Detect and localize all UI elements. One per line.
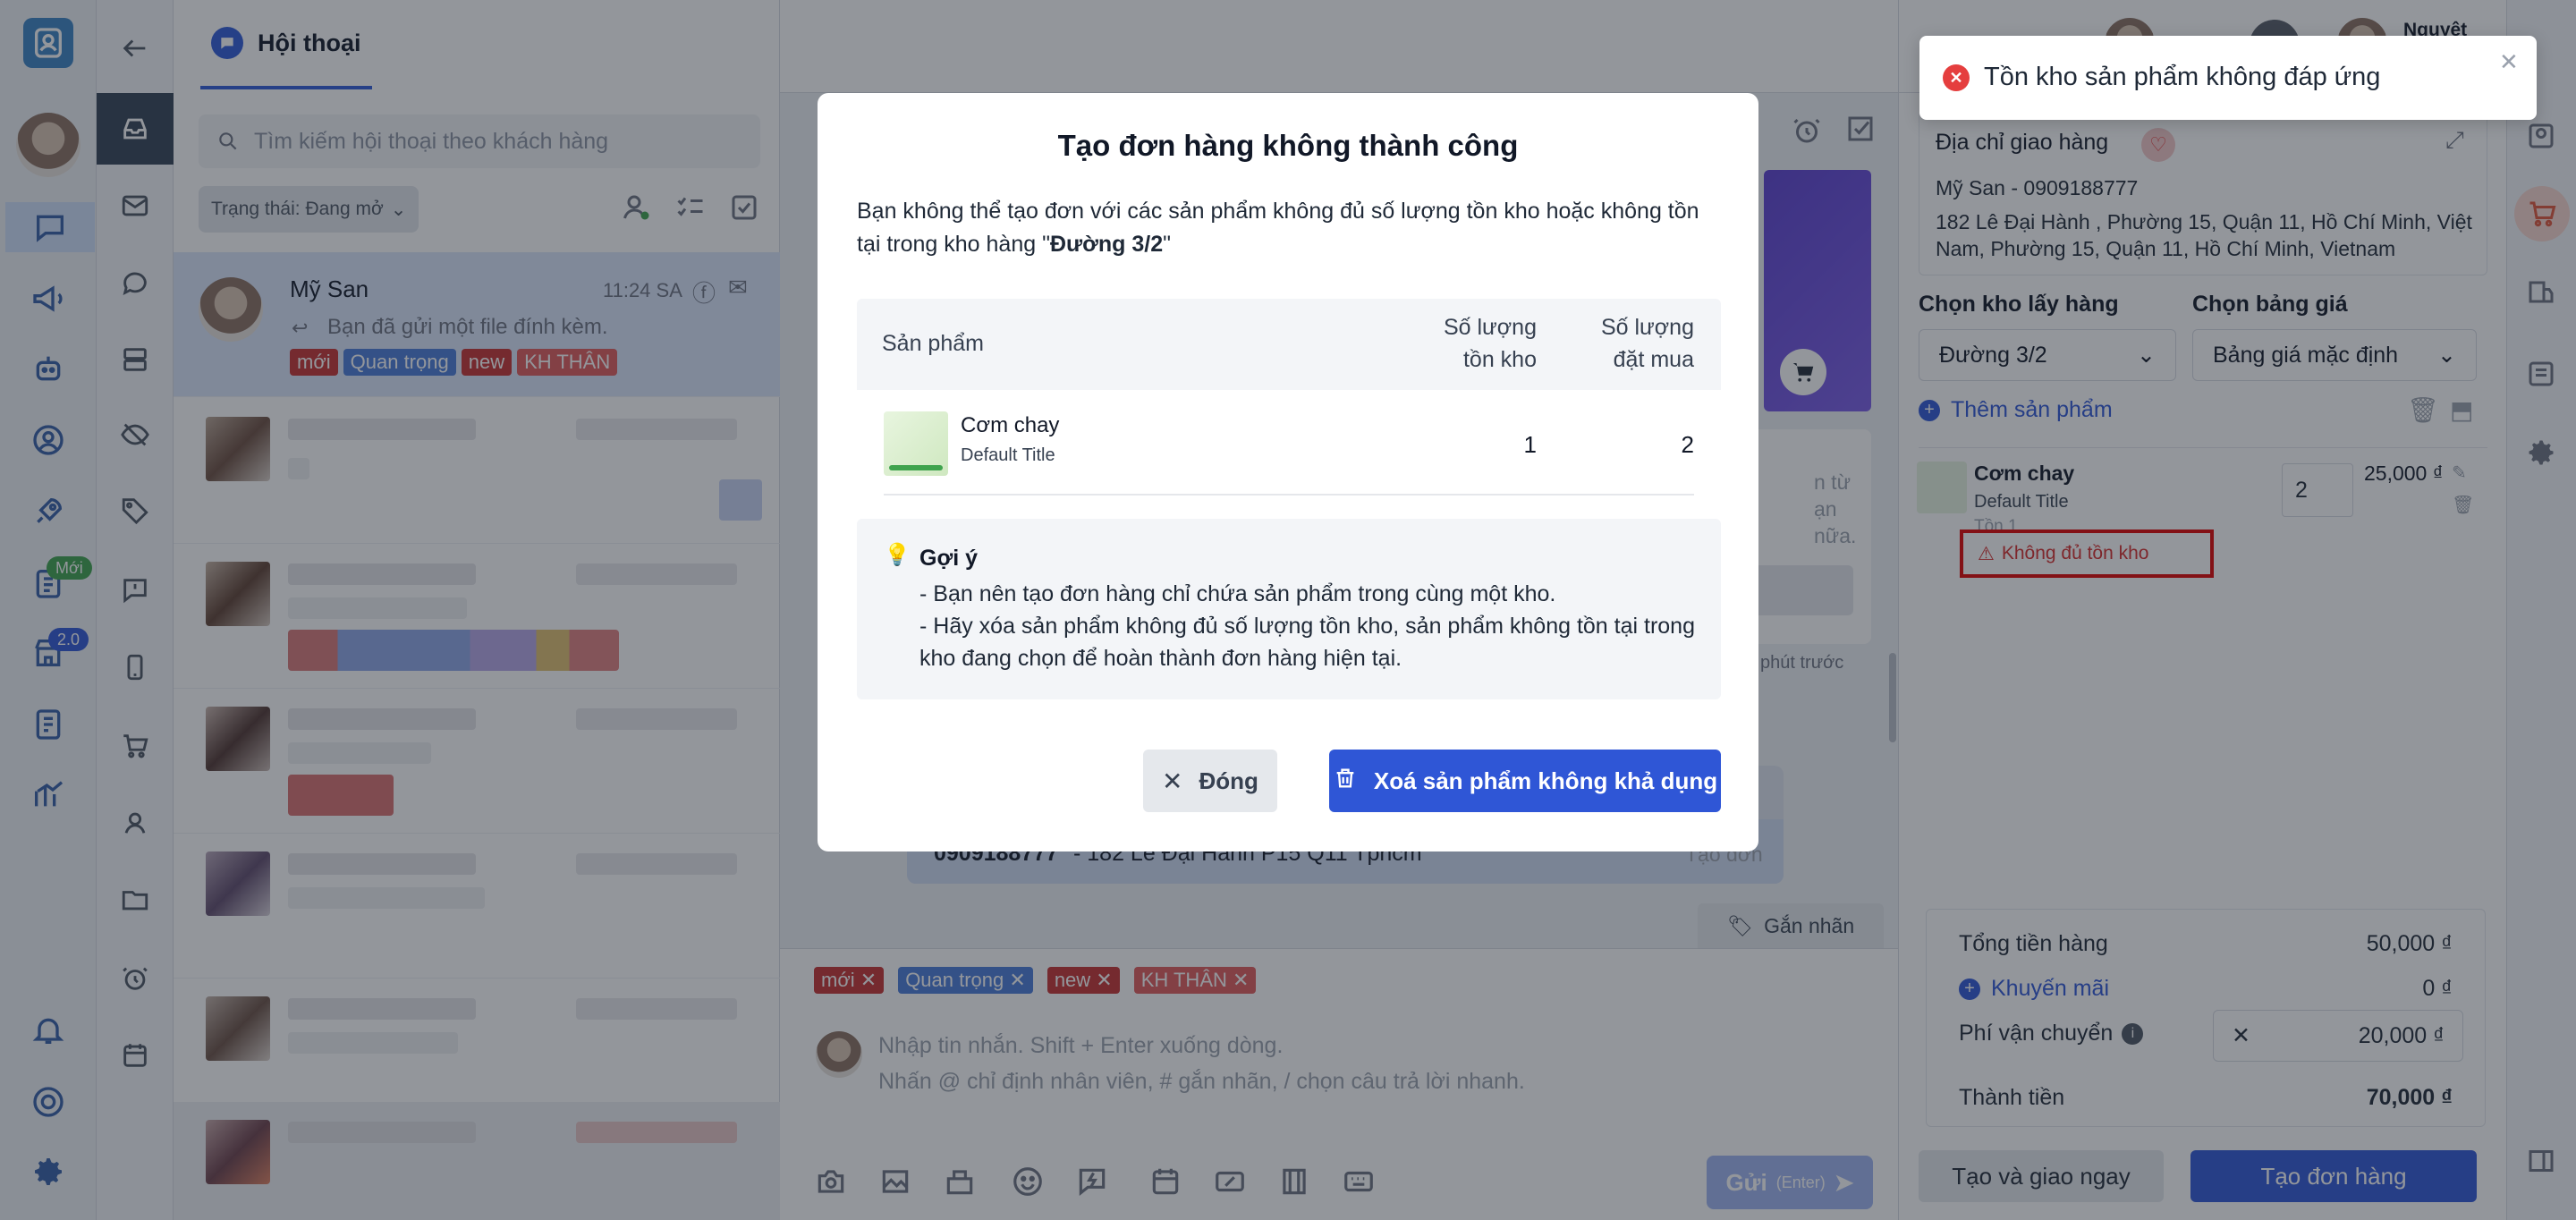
col-ordered: Số lượng đặt mua (1600, 315, 1694, 372)
product-thumbnail (884, 411, 948, 476)
product-name: Cơm chay (961, 413, 1060, 437)
lightbulb-icon: 💡 (884, 543, 911, 567)
close-icon[interactable]: ✕ (2499, 48, 2519, 76)
stock-qty: 1 (1523, 431, 1537, 458)
col-product: Sản phẩm (882, 331, 984, 356)
remove-unavailable-button[interactable]: Xoá sản phẩm không khả dụng (1329, 750, 1721, 812)
toast-message: Tồn kho sản phẩm không đáp ứng (1984, 63, 2381, 91)
dialog-warehouse: Đường 3/2 (1049, 232, 1164, 257)
suggestion-title: Gợi ý (919, 546, 979, 571)
dialog-title: Tạo đơn hàng không thành công (1057, 129, 1519, 162)
suggestion-box: 💡 Gợi ý - Bạn nên tạo đơn hàng chỉ chứa … (857, 519, 1721, 699)
error-toast: ✕ Tồn kho sản phẩm không đáp ứng ✕ (1919, 36, 2537, 120)
table-row: Cơm chay Default Title 1 2 (884, 390, 1694, 496)
ordered-qty: 2 (1681, 431, 1694, 458)
dialog-description: Bạn không thể tạo đơn với các sản phẩm k… (857, 199, 1699, 257)
close-button[interactable]: ✕ Đóng (1143, 750, 1277, 812)
col-stock: Số lượng tồn kho (1443, 315, 1537, 372)
suggestion-2: - Hãy xóa sản phẩm không đủ số lượng tồn… (919, 614, 1695, 671)
order-failed-dialog: Tạo đơn hàng không thành công Bạn không … (818, 93, 1758, 851)
suggestion-1: - Bạn nên tạo đơn hàng chỉ chứa sản phẩm… (919, 581, 1556, 606)
table-header: Sản phẩm Số lượng tồn kho Số lượng đặt mua (857, 299, 1721, 390)
close-icon: ✕ (1162, 767, 1183, 795)
product-variant: Default Title (961, 445, 1055, 465)
error-icon: ✕ (1943, 64, 1970, 91)
trash-icon (1333, 766, 1358, 797)
